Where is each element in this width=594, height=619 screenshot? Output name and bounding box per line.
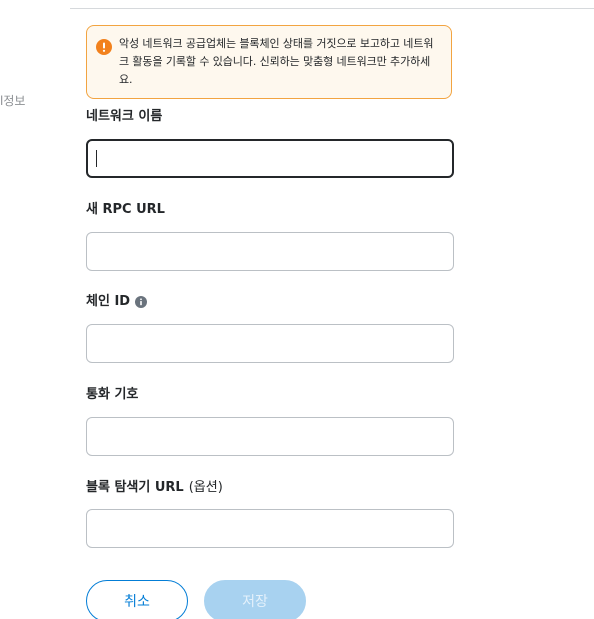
chain-id-label: 체인 ID (86, 292, 454, 312)
cancel-button[interactable]: 취소 (86, 580, 188, 619)
add-network-page: l정보 악성 네트워크 공급업체는 블록체인 상태를 거짓으로 보고하고 네트워… (0, 0, 594, 619)
rpc-url-field: 새 RPC URL (86, 200, 454, 271)
currency-symbol-field: 통화 기호 (86, 385, 454, 456)
block-explorer-label: 블록 탐색기 URL (옵션) (86, 478, 454, 498)
network-warning-banner: 악성 네트워크 공급업체는 블록체인 상태를 거짓으로 보고하고 네트워크 활동… (86, 25, 452, 99)
rpc-url-label: 새 RPC URL (86, 202, 165, 217)
chain-id-field: 체인 ID (86, 292, 454, 363)
chain-id-input[interactable] (86, 324, 454, 363)
currency-symbol-label: 통화 기호 (86, 387, 139, 402)
network-name-input[interactable] (86, 139, 454, 178)
block-explorer-input[interactable] (86, 509, 454, 548)
warning-circle-icon (96, 39, 112, 55)
rpc-url-input[interactable] (86, 232, 454, 271)
info-icon[interactable] (135, 296, 148, 308)
block-explorer-field: 블록 탐색기 URL (옵션) (86, 478, 454, 548)
warning-text: 악성 네트워크 공급업체는 블록체인 상태를 거짓으로 보고하고 네트워크 활동… (119, 37, 434, 86)
optional-tag: (옵션) (188, 480, 223, 495)
text-caret (96, 150, 97, 167)
save-button[interactable]: 저장 (204, 580, 306, 619)
sidebar-item-label[interactable]: l정보 (0, 92, 25, 109)
currency-symbol-input[interactable] (86, 417, 454, 456)
top-divider (70, 8, 594, 9)
network-name-label: 네트워크 이름 (86, 109, 163, 124)
network-name-field: 네트워크 이름 (86, 107, 454, 178)
